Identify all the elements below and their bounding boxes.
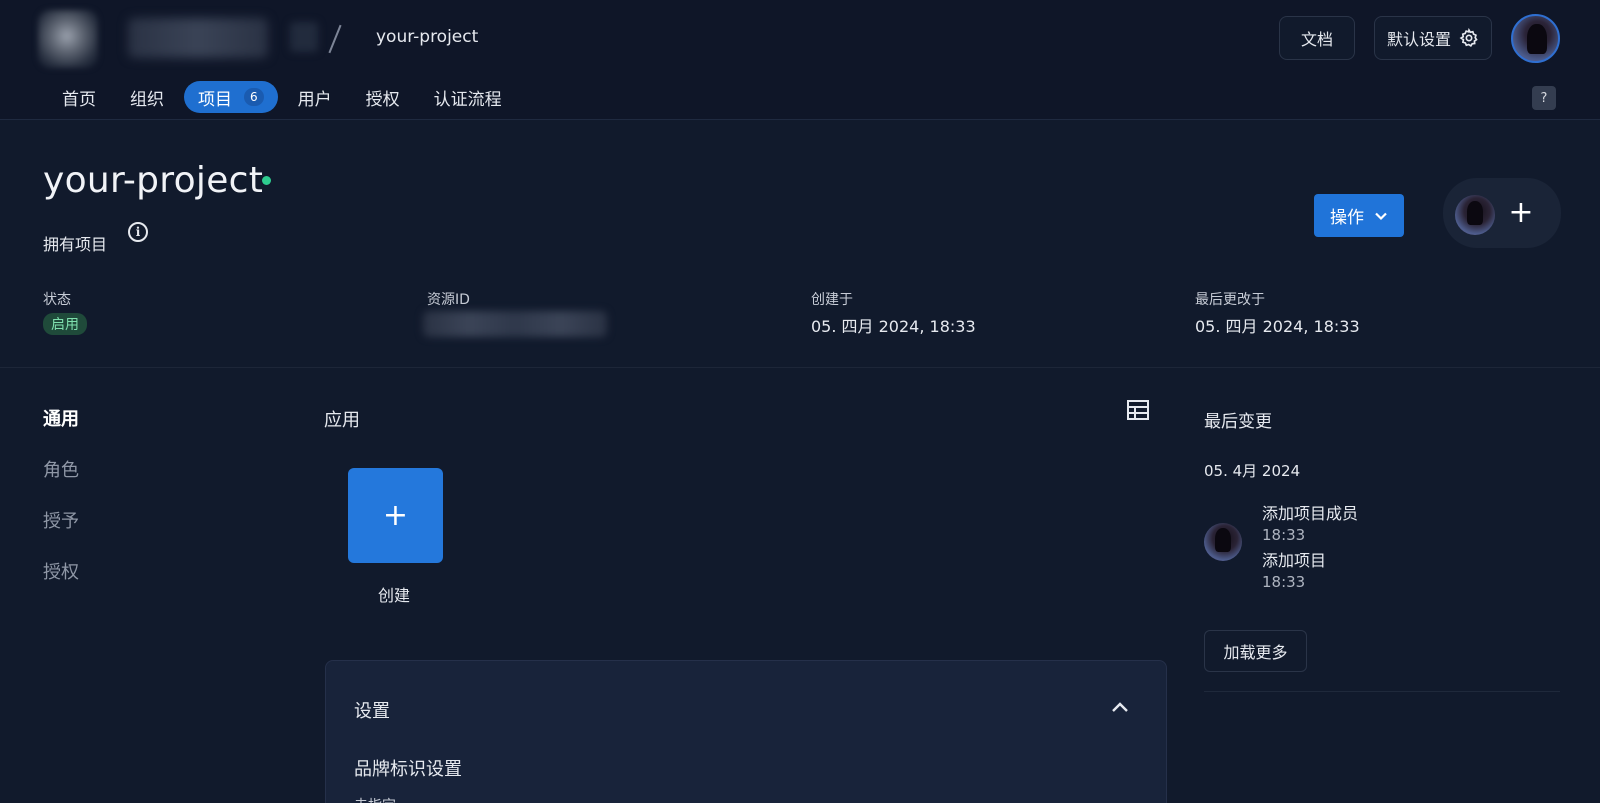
created-label: 创建于 <box>811 292 853 308</box>
default-settings-button[interactable]: 默认设置 <box>1374 16 1492 60</box>
meta-created: 创建于 05. 四月 2024, 18:33 <box>811 289 976 337</box>
main-nav: 首页 组织 项目 6 用户 授权 认证流程 <box>48 80 516 114</box>
changes-date: 05. 4月 2024 <box>1204 462 1301 480</box>
nav-item-label: 首页 <box>62 89 96 110</box>
load-more-button[interactable]: 加载更多 <box>1204 630 1307 672</box>
actions-button[interactable]: 操作 <box>1314 194 1404 237</box>
settings-title: 设置 <box>354 701 390 722</box>
nav-item-label: 认证流程 <box>433 89 502 110</box>
meta-state: 状态 启用 <box>43 289 87 335</box>
default-settings-label: 默认设置 <box>1386 30 1451 49</box>
meta-resource-id: 资源ID <box>423 289 607 337</box>
chevron-down-icon <box>1375 212 1387 220</box>
change-time: 18:33 <box>1262 573 1306 591</box>
org-logo[interactable] <box>38 10 98 68</box>
info-icon[interactable]: i <box>128 222 148 242</box>
load-more-label: 加载更多 <box>1223 643 1288 662</box>
nav-item-label: 授权 <box>365 89 400 110</box>
status-badge: 启用 <box>43 313 87 335</box>
change-item: 添加项目成员 18:33 <box>1262 500 1358 544</box>
status-dot <box>262 176 271 185</box>
state-label: 状态 <box>43 292 71 308</box>
projects-count-badge: 6 <box>244 88 264 106</box>
modified-label: 最后更改于 <box>1195 292 1265 308</box>
user-avatar[interactable] <box>1511 14 1560 63</box>
nav-item-users[interactable]: 用户 <box>284 81 346 113</box>
org-name-redacted[interactable] <box>128 18 268 58</box>
nav-item-projects[interactable]: 项目 6 <box>184 81 278 113</box>
change-author-avatar <box>1204 523 1242 561</box>
change-text: 添加项目成员 <box>1262 504 1359 523</box>
apps-section-title: 应用 <box>324 410 360 431</box>
breadcrumb-separator <box>328 24 342 54</box>
owned-project-label: 拥有项目 <box>43 235 108 254</box>
docs-button-label: 文档 <box>1300 30 1333 49</box>
resource-id-redacted[interactable] <box>423 311 607 337</box>
org-switcher-chevron-icon[interactable] <box>290 22 318 52</box>
top-header: your-project 文档 默认设置 首页 组织 项目 6 用户 授权 认证… <box>0 0 1600 120</box>
page: your-project 文档 默认设置 首页 组织 项目 6 用户 授权 认证… <box>0 0 1600 803</box>
create-app-label: 创建 <box>378 586 411 605</box>
subnav-item-grants[interactable]: 授予 <box>43 507 79 558</box>
project-subnav: 通用 角色 授予 授权 <box>43 405 79 609</box>
nav-item-label: 用户 <box>297 89 332 110</box>
nav-item-label: 组织 <box>130 89 164 110</box>
created-value: 05. 四月 2024, 18:33 <box>811 317 976 336</box>
settings-card: 设置 品牌标识设置 未指定 <box>325 660 1167 803</box>
change-item: 添加项目 18:33 <box>1262 547 1326 591</box>
change-time: 18:33 <box>1262 526 1306 544</box>
breadcrumb-project[interactable]: your-project <box>376 27 478 47</box>
nav-item-home[interactable]: 首页 <box>48 81 110 113</box>
gear-icon <box>1459 28 1478 47</box>
modified-value: 05. 四月 2024, 18:33 <box>1195 317 1360 336</box>
meta-modified: 最后更改于 05. 四月 2024, 18:33 <box>1195 289 1360 337</box>
nav-item-label: 项目 <box>198 89 232 110</box>
section-divider <box>0 367 1600 368</box>
help-button[interactable]: ? <box>1532 86 1556 110</box>
chevron-up-icon[interactable] <box>1110 699 1130 715</box>
subnav-item-roles[interactable]: 角色 <box>43 456 79 507</box>
nav-item-organization[interactable]: 组织 <box>116 81 178 113</box>
nav-item-authorizations[interactable]: 授权 <box>352 81 414 113</box>
add-member-button[interactable]: + <box>1506 196 1536 230</box>
resource-id-label: 资源ID <box>427 292 470 308</box>
nav-item-auth-flows[interactable]: 认证流程 <box>420 81 516 113</box>
docs-button[interactable]: 文档 <box>1279 16 1355 60</box>
table-icon[interactable] <box>1127 400 1149 420</box>
member-avatar[interactable] <box>1455 195 1495 235</box>
page-title: your-project <box>43 160 264 201</box>
branding-settings-value: 未指定 <box>354 795 396 803</box>
subnav-item-general[interactable]: 通用 <box>43 405 79 456</box>
change-text: 添加项目 <box>1262 551 1327 570</box>
last-changes-title: 最后变更 <box>1204 412 1272 432</box>
subnav-item-authorizations[interactable]: 授权 <box>43 558 79 609</box>
create-app-button[interactable]: + <box>348 468 443 563</box>
changes-divider <box>1204 691 1560 692</box>
plus-icon: + <box>382 498 409 533</box>
actions-button-label: 操作 <box>1330 208 1364 228</box>
branding-settings-title: 品牌标识设置 <box>354 759 462 780</box>
